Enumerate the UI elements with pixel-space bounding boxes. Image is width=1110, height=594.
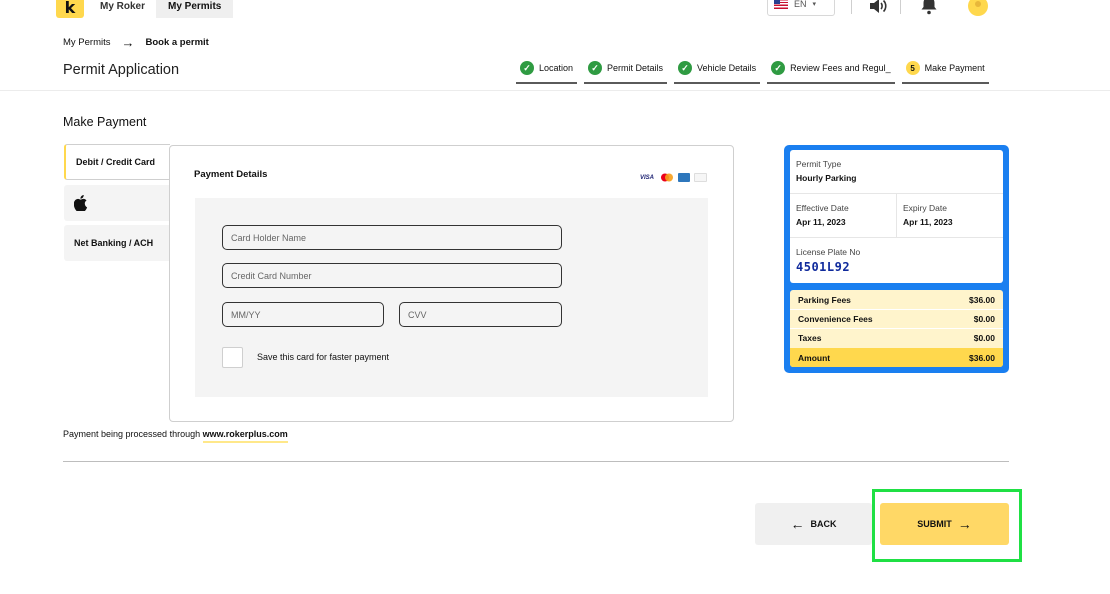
back-button[interactable]: ← BACK	[755, 503, 872, 545]
fee-value: $36.00	[969, 294, 995, 305]
save-card-label: Save this card for faster payment	[257, 352, 390, 362]
expiry-date-label: Expiry Date	[903, 203, 947, 213]
check-icon: ✓	[678, 61, 693, 75]
breadcrumb-current: Book a permit	[145, 37, 209, 48]
arrow-right-icon: →	[121, 35, 135, 50]
tab-debit-credit-card[interactable]: Debit / Credit Card	[64, 144, 170, 180]
step-label: Review Fees and Regul_	[790, 63, 891, 73]
fee-row: Taxes $0.00	[790, 328, 1003, 347]
breadcrumb-parent[interactable]: My Permits	[63, 37, 111, 48]
language-label: EN	[794, 0, 807, 9]
card-brands: VISA	[638, 173, 707, 182]
check-icon: ✓	[588, 61, 603, 75]
step-label: Permit Details	[607, 63, 664, 73]
back-label: BACK	[810, 519, 837, 529]
user-avatar-icon[interactable]	[968, 0, 988, 16]
amex-icon	[678, 173, 690, 182]
chevron-down-icon: ▾	[812, 1, 817, 8]
divider	[851, 0, 852, 14]
permit-info: Permit Type Hourly Parking Effective Dat…	[790, 150, 1003, 283]
permit-type-label: Permit Type	[796, 159, 842, 169]
effective-date-value: Apr 11, 2023	[796, 217, 846, 227]
submit-highlight-box	[872, 489, 1022, 562]
cvv-input[interactable]	[399, 302, 562, 327]
step-label: Make Payment	[924, 63, 985, 73]
bell-icon[interactable]	[918, 0, 940, 16]
step-label: Location	[539, 63, 574, 73]
apple-icon	[74, 195, 88, 211]
step-location[interactable]: ✓ Location	[516, 59, 578, 84]
language-selector[interactable]: EN ▾	[767, 0, 835, 16]
section-title: Make Payment	[63, 115, 147, 129]
breadcrumb: My Permits → Book a permit	[63, 36, 209, 49]
check-icon: ✓	[520, 61, 534, 75]
fee-value: $0.00	[973, 313, 995, 324]
fee-value: $0.00	[973, 332, 995, 343]
step-make-payment[interactable]: 5 Make Payment	[901, 59, 989, 84]
fee-row: Parking Fees $36.00	[790, 290, 1003, 309]
divider	[896, 194, 897, 237]
license-plate-label: License Plate No	[796, 247, 861, 257]
processor-prefix: Payment being processed through	[63, 429, 201, 439]
speaker-icon[interactable]	[866, 0, 890, 17]
step-number: 5	[905, 61, 920, 75]
permit-type-value: Hourly Parking	[796, 173, 857, 183]
expiry-date-value: Apr 11, 2023	[903, 217, 953, 227]
header-divider	[0, 90, 1110, 91]
step-vehicle-details[interactable]: ✓ Vehicle Details	[674, 59, 761, 84]
effective-date-label: Effective Date	[796, 203, 849, 213]
divider	[790, 237, 1003, 238]
card-holder-name-input[interactable]	[222, 225, 562, 250]
divider	[900, 0, 901, 14]
fee-row: Convenience Fees $0.00	[790, 309, 1003, 328]
progress-stepper: ✓ Location ✓ Permit Details ✓ Vehicle De…	[516, 59, 989, 84]
fee-label: Parking Fees	[798, 294, 851, 305]
save-card-checkbox[interactable]	[222, 347, 243, 368]
tab-apple-pay[interactable]	[64, 185, 170, 221]
mastercard-icon	[660, 173, 674, 182]
nav-tab-my-roker[interactable]: My Roker	[88, 0, 157, 18]
nav-tab-my-permits[interactable]: My Permits	[156, 0, 234, 18]
page-title: Permit Application	[63, 62, 180, 78]
arrow-left-icon: ←	[790, 516, 805, 532]
fee-label: Convenience Fees	[798, 313, 873, 324]
processor-link[interactable]: www.rokerplus.com	[202, 429, 288, 443]
tab-net-banking[interactable]: Net Banking / ACH	[64, 225, 170, 261]
step-permit-details[interactable]: ✓ Permit Details	[584, 59, 668, 84]
step-label: Vehicle Details	[697, 63, 757, 73]
card-number-input[interactable]	[222, 263, 562, 288]
discover-icon	[694, 173, 707, 182]
roker-logo[interactable]: k	[56, 0, 84, 18]
check-icon: ✓	[771, 61, 786, 75]
fees-table: Parking Fees $36.00 Convenience Fees $0.…	[790, 290, 1003, 367]
visa-icon: VISA	[639, 174, 654, 181]
total-row: Amount $36.00	[790, 348, 1003, 367]
step-review-fees[interactable]: ✓ Review Fees and Regul_	[767, 59, 895, 84]
license-plate-value: 4501L92	[796, 260, 851, 274]
total-label: Amount	[798, 352, 831, 363]
flag-us-icon	[774, 0, 788, 9]
payment-processor-note: Payment being processed through www.roke…	[63, 429, 288, 443]
fee-label: Taxes	[798, 332, 822, 343]
total-value: $36.00	[969, 352, 995, 363]
logo-letter: k	[64, 0, 76, 17]
payment-details-title: Payment Details	[194, 169, 268, 180]
expiry-input[interactable]	[222, 302, 384, 327]
footer-divider	[63, 461, 1009, 462]
